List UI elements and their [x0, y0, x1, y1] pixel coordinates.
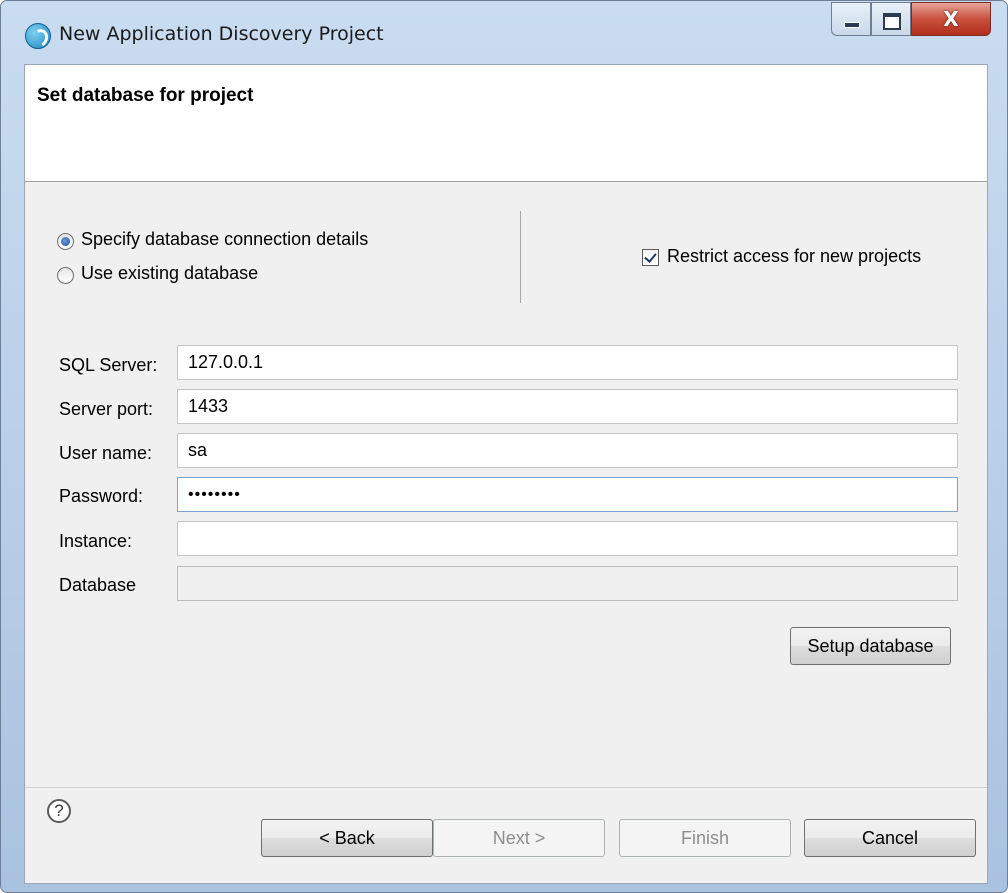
- vertical-divider: [520, 211, 521, 303]
- app-icon: [25, 23, 51, 49]
- finish-button: Finish: [619, 819, 791, 857]
- user-name-label: User name:: [59, 443, 153, 463]
- radio-specify-connection[interactable]: [57, 233, 74, 250]
- database-label: Database: [59, 575, 137, 595]
- password-label: Password:: [59, 486, 144, 506]
- password-field[interactable]: ••••••••: [177, 477, 958, 512]
- dialog-content: Set database for project Specify databas…: [24, 64, 988, 884]
- radio-existing-label[interactable]: Use existing database: [81, 263, 258, 284]
- wizard-banner: Set database for project: [25, 65, 987, 182]
- next-button: Next >: [433, 819, 605, 857]
- server-port-label: Server port:: [59, 399, 154, 419]
- sql-server-field[interactable]: 127.0.0.1: [177, 345, 958, 380]
- sql-server-label: SQL Server:: [59, 355, 158, 375]
- help-icon[interactable]: ?: [47, 799, 71, 823]
- minimize-icon: [844, 22, 860, 28]
- close-button[interactable]: X: [911, 2, 991, 36]
- restrict-access-checkbox[interactable]: [642, 249, 659, 266]
- minimize-button[interactable]: [831, 2, 871, 36]
- window-controls: X: [831, 2, 991, 36]
- radio-use-existing[interactable]: [57, 267, 74, 284]
- dialog-window: New Application Discovery Project X Set …: [0, 0, 1008, 893]
- maximize-icon: [883, 13, 901, 30]
- title-bar[interactable]: New Application Discovery Project X: [1, 1, 1007, 65]
- database-field: [177, 566, 958, 601]
- restrict-access-label[interactable]: Restrict access for new projects: [667, 246, 921, 267]
- window-title: New Application Discovery Project: [59, 23, 384, 45]
- maximize-button[interactable]: [871, 2, 911, 36]
- radio-specify-label[interactable]: Specify database connection details: [81, 229, 368, 250]
- user-name-field[interactable]: sa: [177, 433, 958, 468]
- instance-label: Instance:: [59, 531, 133, 551]
- footer-divider: [25, 787, 987, 788]
- page-title: Set database for project: [37, 85, 254, 106]
- cancel-button[interactable]: Cancel: [804, 819, 976, 857]
- close-icon: X: [943, 7, 959, 31]
- server-port-field[interactable]: 1433: [177, 389, 958, 424]
- instance-field[interactable]: [177, 521, 958, 556]
- setup-database-button[interactable]: Setup database: [790, 627, 951, 665]
- back-button[interactable]: < Back: [261, 819, 433, 857]
